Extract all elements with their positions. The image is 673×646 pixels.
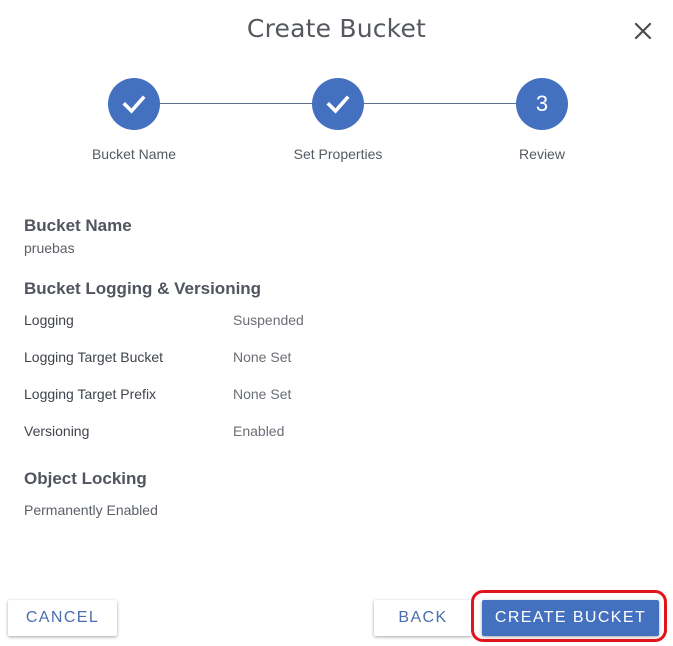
create-bucket-button[interactable]: CREATE BUCKET (482, 600, 659, 636)
logging-label: Logging (24, 312, 74, 328)
object-locking-heading: Object Locking (24, 469, 147, 488)
logging-target-bucket-label: Logging Target Bucket (24, 349, 164, 365)
bucket-name-heading: Bucket Name (24, 216, 132, 235)
logging-target-prefix-value: None Set (233, 386, 292, 402)
logging-value: Suspended (233, 312, 304, 328)
step-label-review: Review (519, 146, 565, 162)
back-button[interactable]: BACK (374, 600, 472, 636)
logging-versioning-heading: Bucket Logging & Versioning (24, 279, 262, 298)
step-connector (364, 103, 517, 104)
stepper: 3 Bucket Name Set Properties Review (0, 0, 673, 180)
object-locking-value: Permanently Enabled (24, 502, 158, 518)
step-1-completed (108, 78, 160, 130)
versioning-label: Versioning (24, 423, 90, 439)
check-icon (122, 95, 146, 114)
create-bucket-dialog: Create Bucket 3 Bucket Name Set Properti… (0, 0, 673, 646)
logging-target-prefix-label: Logging Target Prefix (24, 386, 157, 402)
step-2-completed (312, 78, 364, 130)
step-3-active: 3 (516, 78, 568, 130)
step-label-bucket-name: Bucket Name (91, 146, 177, 162)
step-connector (160, 103, 313, 104)
versioning-value: Enabled (233, 423, 285, 439)
logging-target-bucket-value: None Set (233, 349, 292, 365)
bucket-name-value: pruebas (24, 240, 75, 256)
check-icon (326, 95, 350, 114)
cancel-button[interactable]: CANCEL (8, 600, 117, 636)
step-label-set-properties: Set Properties (293, 146, 383, 162)
step-number: 3 (535, 91, 549, 116)
